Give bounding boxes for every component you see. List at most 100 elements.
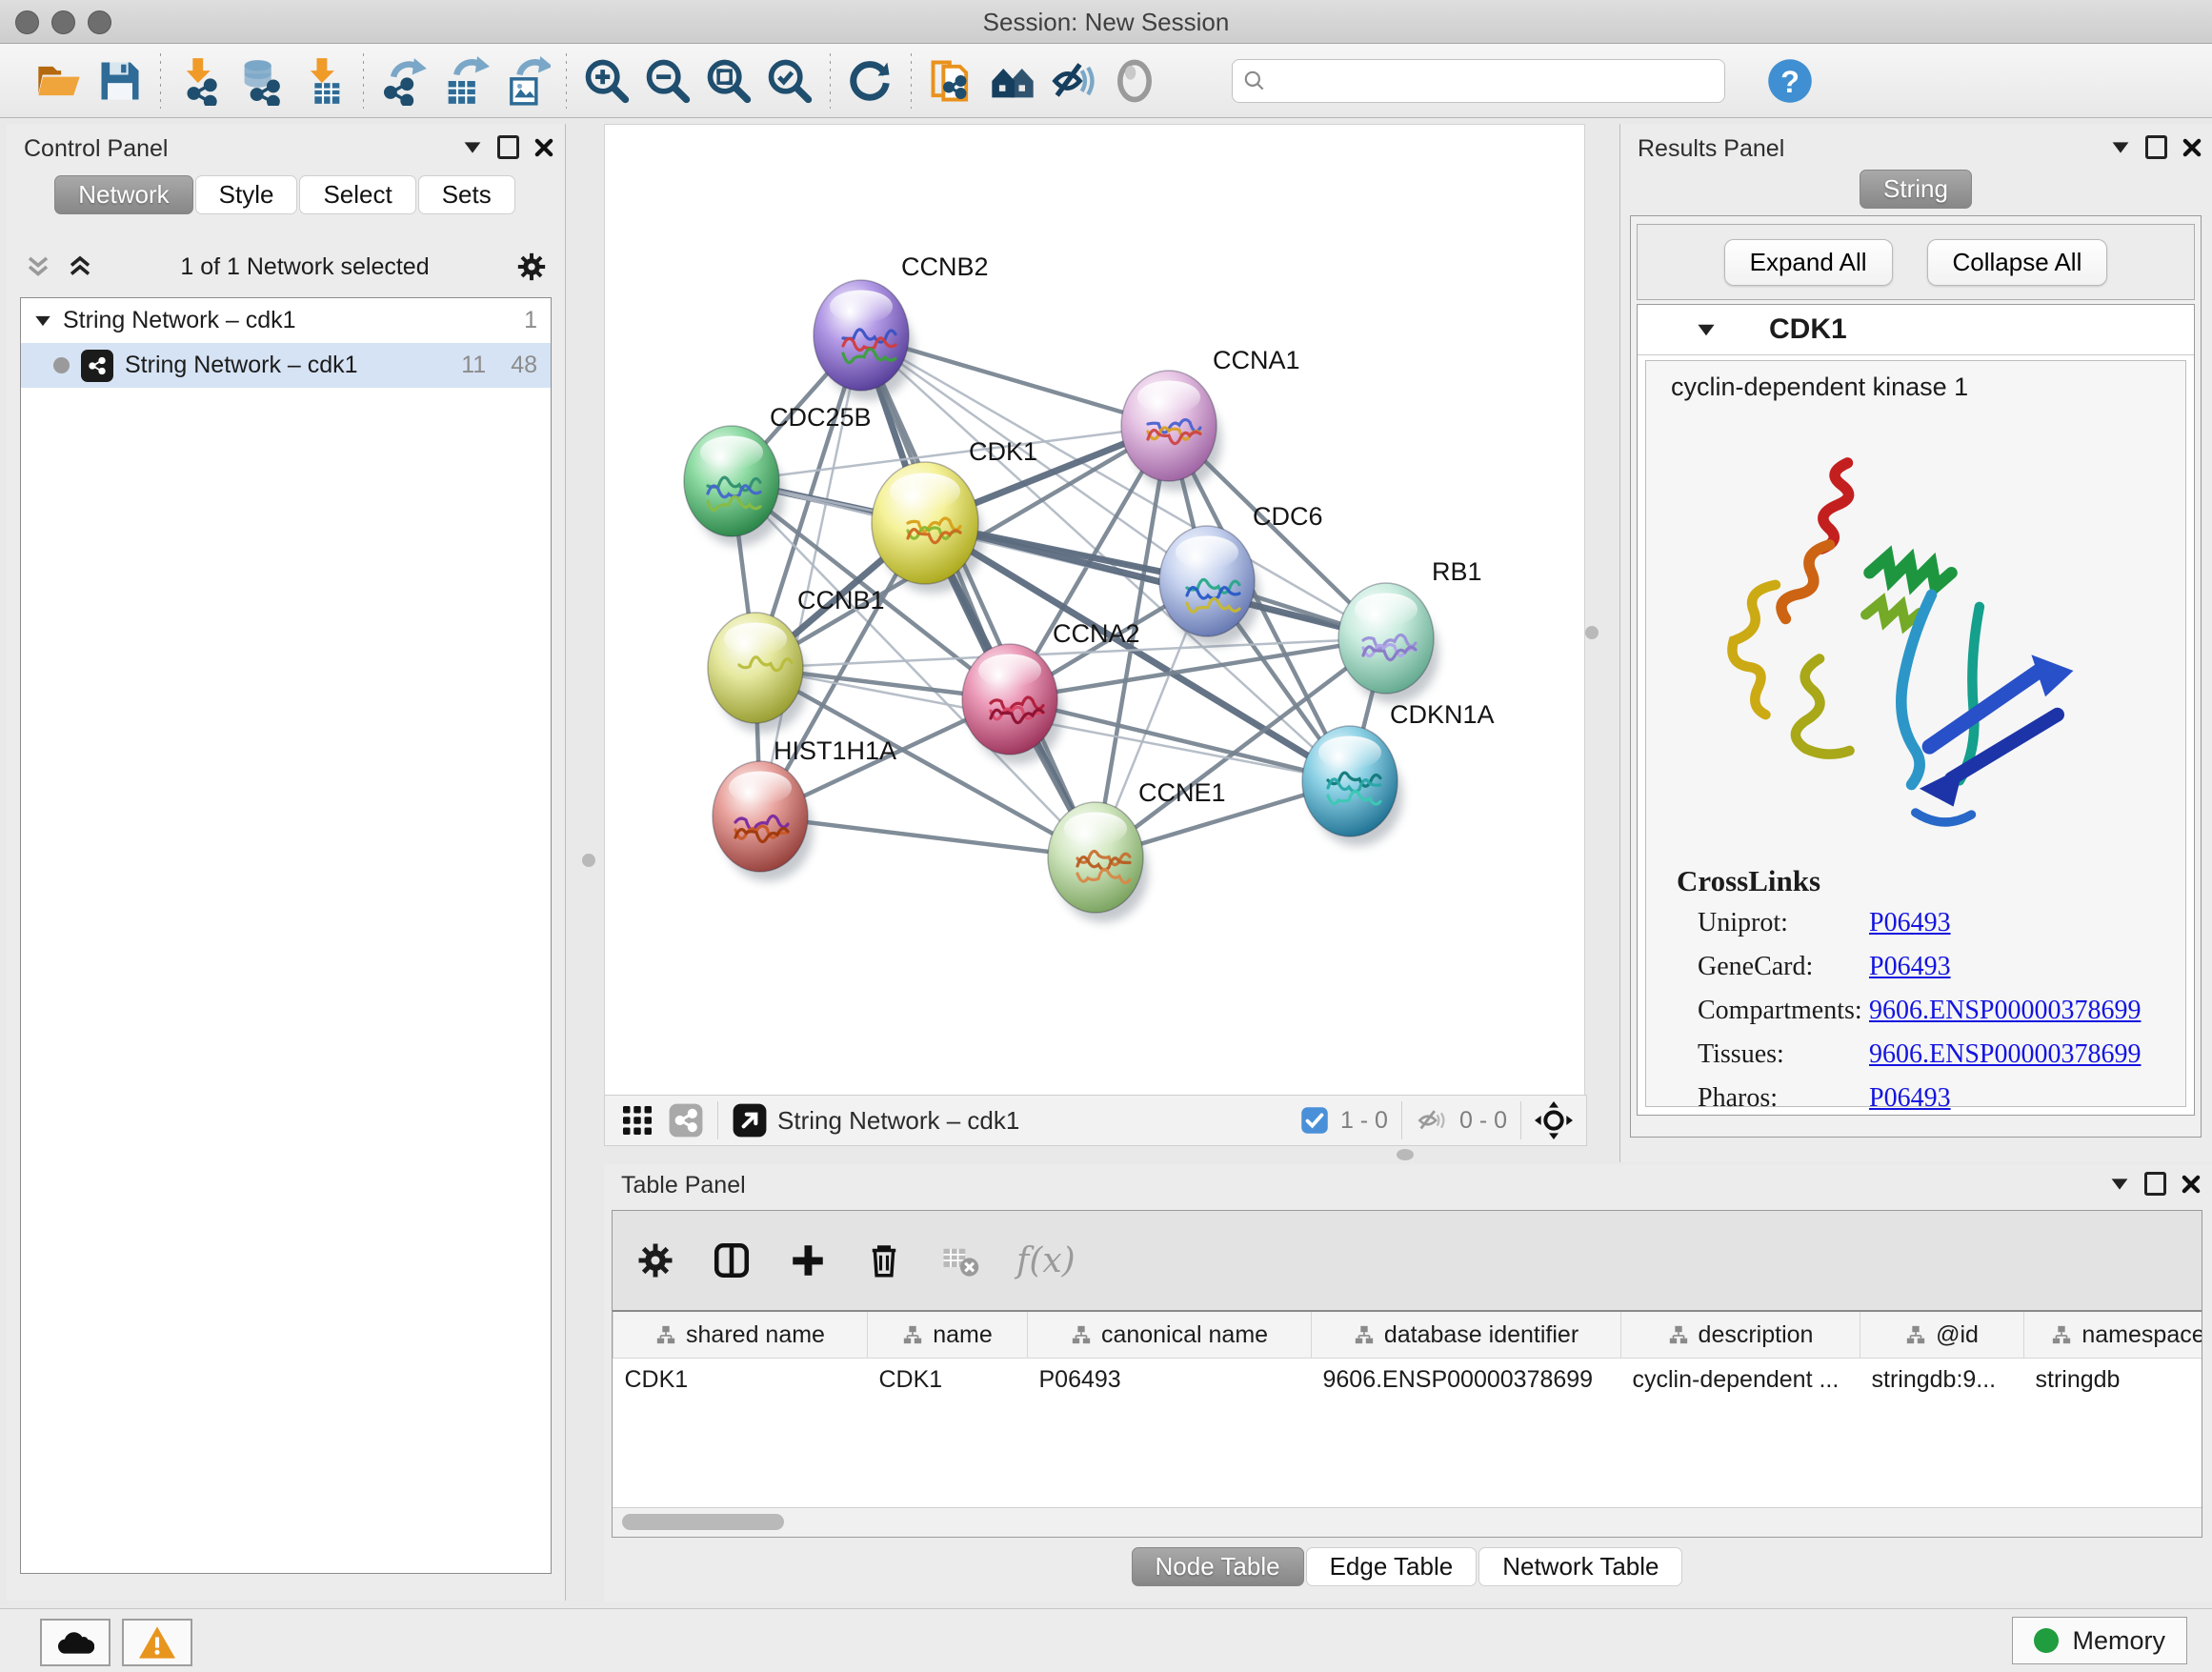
export-image-button[interactable] — [495, 51, 556, 111]
panel-close-icon[interactable] — [2182, 1175, 2201, 1194]
crosslink-compartments-link[interactable]: 9606.ENSP00000378699 — [1869, 996, 2141, 1026]
apply-layout-button[interactable] — [840, 51, 901, 111]
column-header[interactable]: @id — [1860, 1311, 2024, 1359]
panel-menu-icon[interactable] — [2110, 1178, 2129, 1191]
cell-namespace[interactable]: stringdb — [2024, 1359, 2202, 1401]
column-header[interactable]: name — [868, 1311, 1028, 1359]
tab-edge-table[interactable]: Edge Table — [1306, 1547, 1478, 1586]
delete-table-icon[interactable] — [940, 1240, 980, 1280]
table-header-row: shared name name canonical name database… — [613, 1311, 2202, 1359]
network-canvas[interactable]: CCNB2CCNA1CDC25BCDK1CDC6RB1CCNB1CCNA2CDK… — [604, 124, 1585, 1096]
warning-status-button[interactable] — [122, 1619, 192, 1666]
network-node-CDC6[interactable]: CDC6 — [1159, 502, 1323, 646]
birds-eye-grid-icon[interactable] — [620, 1103, 654, 1138]
panel-close-icon[interactable] — [2182, 138, 2202, 157]
crosslink-uniprot-link[interactable]: P06493 — [1869, 908, 1951, 938]
clone-network-button[interactable] — [921, 51, 982, 111]
show-all-button[interactable] — [1104, 51, 1165, 111]
table-row[interactable]: CDK1 CDK1 P06493 9606.ENSP00000378699 cy… — [613, 1359, 2202, 1401]
tab-node-table[interactable]: Node Table — [1132, 1547, 1304, 1586]
expand-up-chevron-icon[interactable] — [66, 252, 94, 281]
delete-column-trash-icon[interactable] — [864, 1240, 904, 1280]
node-label-CCNA2: CCNA2 — [1053, 619, 1140, 648]
crosslink-tissues-link[interactable]: 9606.ENSP00000378699 — [1869, 1039, 2141, 1070]
cell-canonical-name[interactable]: P06493 — [1028, 1359, 1312, 1401]
network-node-HIST1H1A[interactable]: HIST1H1A — [713, 736, 896, 881]
export-table-button[interactable] — [434, 51, 495, 111]
help-button[interactable]: ? — [1760, 51, 1820, 111]
search-input[interactable] — [1267, 67, 1715, 95]
horizontal-scrollbar[interactable] — [613, 1507, 2202, 1537]
panel-menu-icon[interactable] — [463, 141, 482, 154]
cell-name[interactable]: CDK1 — [868, 1359, 1028, 1401]
network-node-CCNE1[interactable]: CCNE1 — [1048, 778, 1226, 922]
tab-select[interactable]: Select — [299, 175, 415, 214]
zoom-in-button[interactable] — [576, 51, 637, 111]
cell-id[interactable]: stringdb:9... — [1860, 1359, 2024, 1401]
table-options-gear-icon[interactable] — [635, 1240, 675, 1280]
left-splitter-handle[interactable] — [582, 854, 595, 867]
import-table-button[interactable] — [292, 51, 353, 111]
network-collection-row[interactable]: String Network – cdk1 1 — [21, 298, 551, 343]
show-columns-icon[interactable] — [712, 1240, 752, 1280]
network-node-CCNB1[interactable]: CCNB1 — [708, 586, 885, 733]
zoom-selected-button[interactable] — [759, 51, 820, 111]
first-neighbors-button[interactable] — [982, 51, 1043, 111]
tab-string[interactable]: String — [1860, 170, 1972, 209]
expand-all-button[interactable]: Expand All — [1724, 239, 1893, 286]
right-splitter-handle[interactable] — [1585, 626, 1599, 639]
memory-button[interactable]: Memory — [2012, 1617, 2187, 1664]
crosslink-pharos-link[interactable]: P06493 — [1869, 1083, 1951, 1114]
cloud-status-button[interactable] — [40, 1619, 111, 1666]
collapse-all-button[interactable]: Collapse All — [1927, 239, 2108, 286]
panel-float-icon[interactable] — [2144, 1172, 2166, 1196]
bottom-splitter-handle[interactable] — [1397, 1149, 1414, 1160]
tab-sets[interactable]: Sets — [418, 175, 515, 214]
create-column-plus-icon[interactable] — [788, 1240, 828, 1280]
pan-crosshair-icon[interactable] — [1535, 1101, 1573, 1139]
tab-style[interactable]: Style — [195, 175, 298, 214]
column-header[interactable]: canonical name — [1028, 1311, 1312, 1359]
panel-close-icon[interactable] — [534, 138, 553, 157]
network-node-RB1[interactable]: RB1 — [1338, 557, 1482, 703]
column-tree-icon — [1354, 1324, 1375, 1345]
tab-network-table[interactable]: Network Table — [1478, 1547, 1682, 1586]
panel-menu-icon[interactable] — [2111, 141, 2130, 154]
column-header[interactable]: description — [1621, 1311, 1860, 1359]
network-edge-CCNB2-CCNE1[interactable] — [861, 335, 1096, 857]
open-session-button[interactable] — [29, 51, 90, 111]
network-row[interactable]: String Network – cdk1 11 48 — [21, 343, 551, 388]
crosslink-genecard-link[interactable]: P06493 — [1869, 952, 1951, 982]
column-header[interactable]: shared name — [613, 1311, 868, 1359]
zoom-fit-button[interactable] — [698, 51, 759, 111]
network-options-gear-icon[interactable] — [515, 251, 548, 283]
network-edge-CDK1-RB1[interactable] — [925, 523, 1386, 638]
network-node-CCNA1[interactable]: CCNA1 — [1121, 346, 1300, 491]
cell-shared-name[interactable]: CDK1 — [613, 1359, 868, 1401]
collapse-all-chevron-icon[interactable] — [24, 252, 52, 281]
column-header[interactable]: database identifier — [1312, 1311, 1621, 1359]
panel-float-icon[interactable] — [497, 135, 519, 159]
import-network-button[interactable] — [171, 51, 231, 111]
open-in-new-window-icon[interactable] — [732, 1102, 768, 1138]
cell-database-identifier[interactable]: 9606.ENSP00000378699 — [1312, 1359, 1621, 1401]
export-network-button[interactable] — [373, 51, 434, 111]
network-node-CDKN1A[interactable]: CDKN1A — [1302, 700, 1495, 846]
scrollbar-thumb[interactable] — [622, 1514, 784, 1530]
network-node-CDC25B[interactable]: CDC25B — [684, 403, 872, 546]
import-network-from-database-button[interactable] — [231, 51, 292, 111]
column-header[interactable]: namespace — [2024, 1311, 2202, 1359]
memory-label: Memory — [2072, 1626, 2165, 1656]
entry-expander-icon[interactable] — [1697, 323, 1716, 337]
tree-expander-icon[interactable] — [34, 314, 51, 328]
function-builder-icon[interactable]: f(x) — [1016, 1241, 1076, 1280]
network-node-CCNB2[interactable]: CCNB2 — [814, 252, 989, 400]
tab-network[interactable]: Network — [54, 175, 192, 214]
share-view-icon[interactable] — [668, 1102, 704, 1138]
zoom-out-button[interactable] — [637, 51, 698, 111]
cell-description[interactable]: cyclin-dependent ... — [1621, 1359, 1860, 1401]
selected-checkbox-icon[interactable] — [1300, 1106, 1329, 1135]
save-session-button[interactable] — [90, 51, 151, 111]
hide-selected-button[interactable] — [1043, 51, 1104, 111]
panel-float-icon[interactable] — [2145, 135, 2167, 159]
